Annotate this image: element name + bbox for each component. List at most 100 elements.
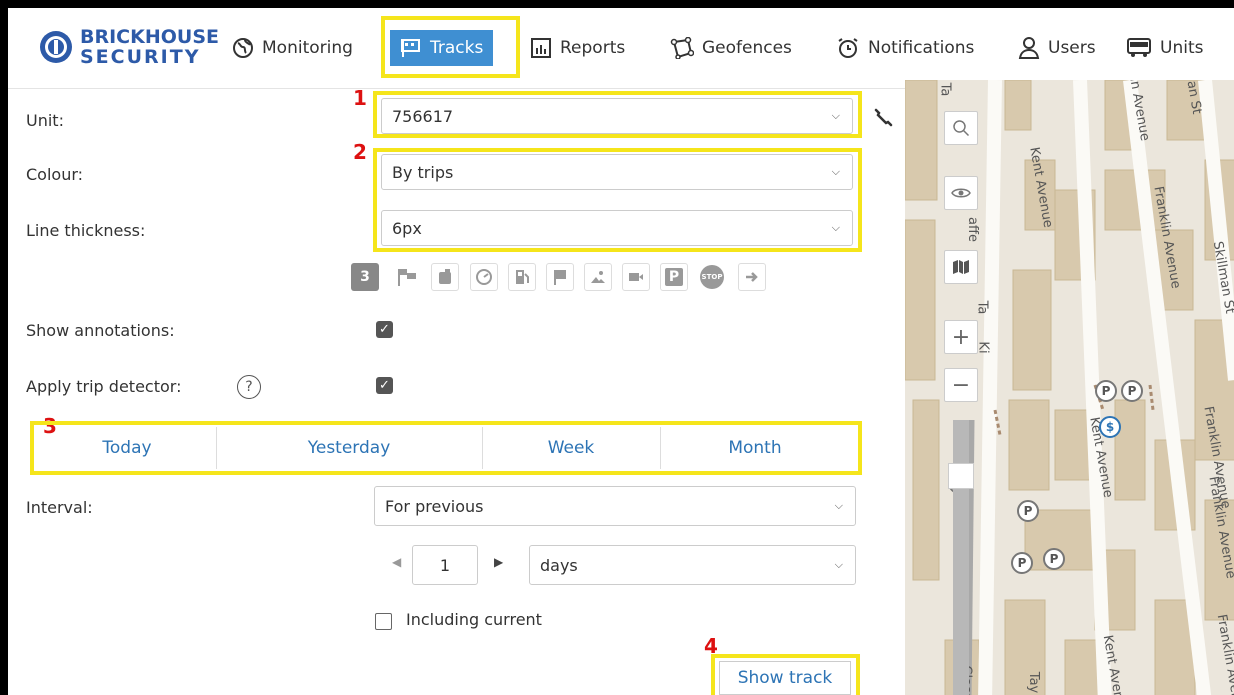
globe-icon [233, 38, 253, 58]
search-icon [953, 120, 970, 137]
help-icon[interactable]: ? [237, 375, 261, 399]
period-select[interactable]: days ⌵ [529, 545, 856, 585]
arrow-right-icon[interactable] [738, 263, 766, 291]
line-thickness-label: Line thickness: [26, 221, 146, 240]
flag-icon[interactable] [546, 263, 574, 291]
parking-glyph: P [665, 268, 683, 286]
nav-label: Tracks [430, 38, 484, 58]
fuel-station-icon[interactable] [508, 263, 536, 291]
period-value: days [540, 555, 578, 575]
user-icon [1018, 37, 1040, 59]
parking-marker[interactable]: P [1095, 380, 1117, 402]
nav-label: Units [1160, 38, 1204, 58]
trip-detector-checkbox[interactable]: ✓ [376, 377, 393, 394]
zoom-out-button[interactable]: − [944, 368, 978, 402]
unit-select[interactable]: 756617 ⌵ [381, 98, 853, 134]
video-icon[interactable] [622, 263, 650, 291]
nav-tracks[interactable]: Tracks [390, 30, 494, 66]
chevron-down-icon: ⌵ [831, 221, 840, 234]
map-visibility-button[interactable] [944, 176, 978, 210]
nav-units[interactable]: Units [1126, 30, 1203, 66]
chevron-down-icon: ⌵ [834, 499, 843, 512]
chevron-down-icon: ⌵ [834, 558, 843, 571]
tracks-flag-icon [401, 39, 420, 57]
zoom-slider-handle[interactable] [948, 463, 974, 489]
colour-select[interactable]: By trips ⌵ [381, 154, 853, 190]
show-annotations-label: Show annotations: [26, 321, 175, 340]
parking-marker[interactable]: P [1017, 500, 1039, 522]
alarm-clock-icon [838, 38, 858, 58]
nav-monitoring[interactable]: Monitoring [232, 30, 353, 66]
flag-glyph [554, 270, 566, 285]
arrow-right-glyph [746, 272, 758, 282]
brickhouse-logo[interactable]: BRICKHOUSE SECURITY [38, 26, 219, 70]
top-navigation: BRICKHOUSE SECURITY Monitoring Tracks Re… [8, 8, 1234, 89]
decrement-arrow-icon[interactable]: ◀ [392, 555, 401, 569]
trip-detector-label: Apply trip detector: [26, 377, 182, 396]
nav-notifications[interactable]: Notifications [836, 30, 974, 66]
stop-icon[interactable]: STOP [698, 263, 726, 291]
street-label: Ta [937, 82, 953, 97]
annotation-number-2: 2 [353, 140, 367, 164]
chevron-down-icon: ⌵ [831, 109, 840, 122]
increment-arrow-icon[interactable]: ▶ [494, 555, 503, 569]
flags-icon[interactable] [393, 263, 421, 291]
line-thickness-select[interactable]: 6px ⌵ [381, 210, 853, 246]
week-button[interactable]: Week [482, 425, 660, 471]
month-button[interactable]: Month [660, 425, 850, 471]
show-track-button[interactable]: Show track [719, 661, 851, 695]
app-window: BRICKHOUSE SECURITY Monitoring Tracks Re… [0, 0, 1234, 695]
fuel-tank-icon[interactable] [431, 263, 459, 291]
chevron-down-icon: ⌵ [831, 165, 840, 178]
zoom-track [953, 420, 969, 695]
interval-value: For previous [385, 496, 484, 516]
wrench-icon[interactable] [872, 106, 894, 128]
flags-glyph [398, 269, 416, 286]
bus-icon [1127, 38, 1151, 57]
nav-label: Reports [560, 38, 626, 58]
zoom-in-button[interactable]: + [944, 320, 978, 354]
line-thickness-value: 6px [392, 218, 422, 238]
including-current-checkbox[interactable] [375, 613, 392, 630]
parking-marker[interactable]: P [1121, 380, 1143, 402]
nav-label: Users [1048, 38, 1096, 58]
annotation-number-1: 1 [353, 86, 367, 110]
parking-marker[interactable]: P [1011, 552, 1033, 574]
unit-label: Unit: [26, 111, 64, 130]
logo-line-1: BRICKHOUSE [80, 26, 219, 48]
unit-value: 756617 [392, 106, 454, 126]
number-3-icon[interactable]: 3 [351, 263, 379, 291]
map-search-button[interactable] [944, 111, 978, 145]
nav-label: Geofences [702, 38, 792, 58]
yesterday-button[interactable]: Yesterday [216, 425, 482, 471]
colour-value: By trips [392, 162, 454, 182]
fuel-tank-glyph [439, 269, 451, 284]
street-label: Ta [974, 300, 990, 315]
parking-icon[interactable]: P [660, 263, 688, 291]
nav-label: Monitoring [262, 38, 353, 58]
street-label: Tay [1026, 671, 1042, 694]
map-layers-button[interactable] [944, 250, 978, 284]
count-input[interactable]: 1 [412, 545, 478, 585]
colour-label: Colour: [26, 165, 84, 184]
parking-marker[interactable]: P [1043, 548, 1065, 570]
report-chart-icon [531, 38, 551, 58]
today-button[interactable]: Today [38, 425, 216, 471]
stop-glyph: STOP [700, 265, 724, 289]
image-glyph [591, 271, 605, 283]
gauge-icon[interactable] [470, 263, 498, 291]
geofence-icon [670, 37, 694, 59]
show-annotations-checkbox[interactable]: ✓ [376, 321, 393, 338]
image-icon[interactable] [584, 263, 612, 291]
interval-select[interactable]: For previous ⌵ [374, 486, 856, 526]
including-current-label: Including current [406, 610, 542, 629]
interval-label: Interval: [26, 498, 93, 517]
nav-label: Notifications [868, 38, 975, 58]
nav-reports[interactable]: Reports [530, 30, 625, 66]
nav-users[interactable]: Users [1018, 30, 1096, 66]
nav-geofences[interactable]: Geofences [670, 30, 792, 66]
money-marker[interactable]: $ [1099, 416, 1121, 438]
video-glyph [629, 273, 643, 281]
eye-icon [951, 188, 971, 198]
map-view[interactable]: Ta lin Avenue an St Kent Avenue Franklin… [905, 80, 1234, 695]
